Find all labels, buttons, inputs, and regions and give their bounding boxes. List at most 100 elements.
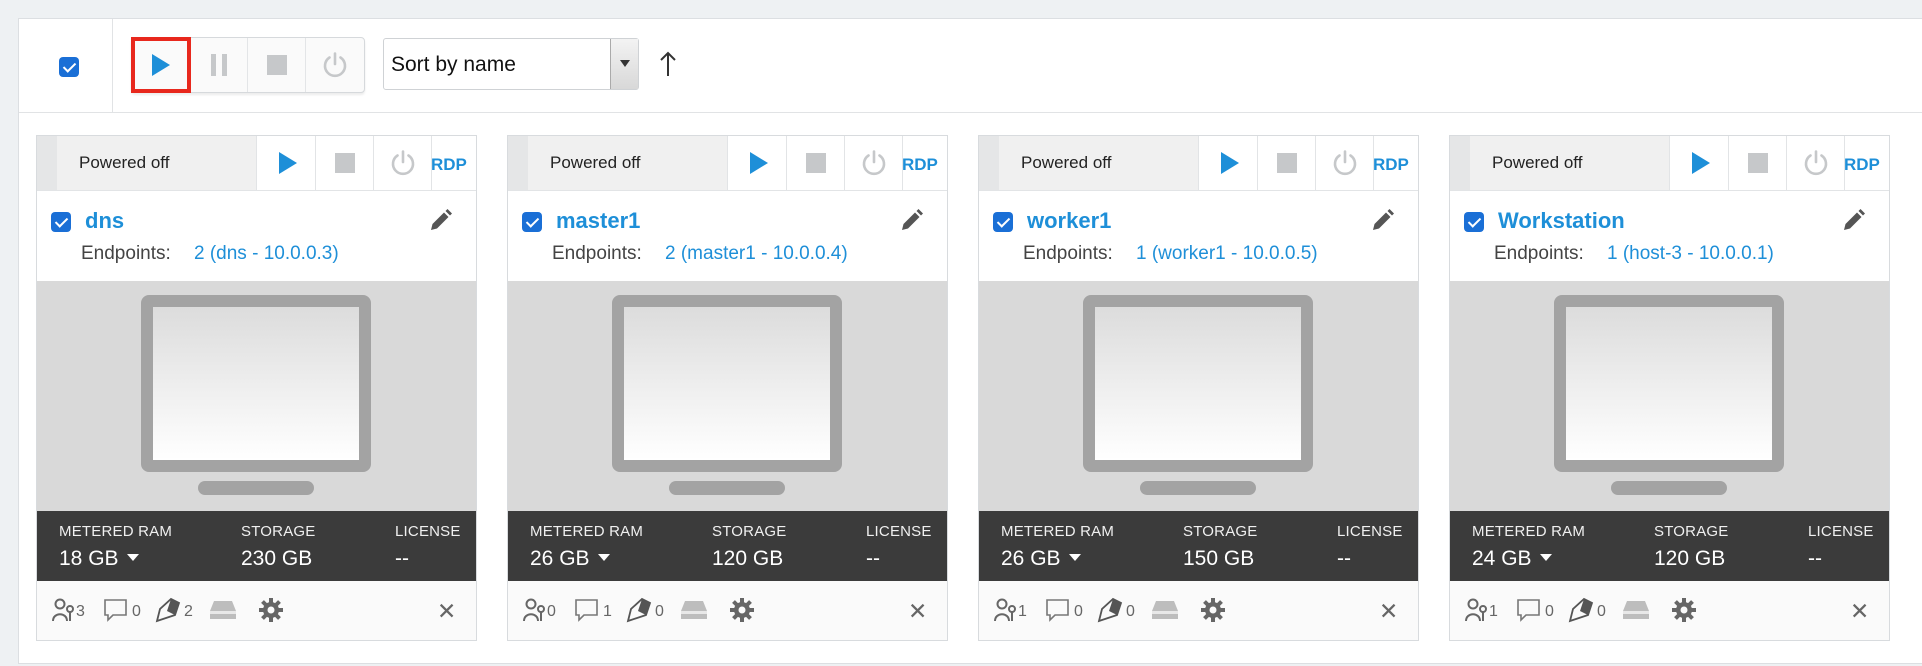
drag-handle[interactable]: [979, 136, 999, 190]
tag-icon[interactable]: [1097, 597, 1123, 623]
endpoints-label: Endpoints:: [1494, 243, 1584, 264]
pencil-icon[interactable]: [1840, 208, 1866, 234]
start-button[interactable]: [258, 136, 316, 190]
pencil-icon[interactable]: [1369, 208, 1395, 234]
vm-console-thumbnail[interactable]: [1450, 281, 1889, 511]
start-button[interactable]: [729, 136, 787, 190]
disk-icon[interactable]: [1150, 597, 1180, 623]
sort-select[interactable]: Sort by name: [383, 38, 639, 90]
comment-icon[interactable]: [103, 597, 129, 623]
drag-handle[interactable]: [37, 136, 57, 190]
endpoints-link[interactable]: 1 (worker1 - 10.0.0.5): [1136, 243, 1318, 265]
license-label: LICENSE: [1808, 523, 1874, 540]
stop-button[interactable]: [787, 136, 845, 190]
tags-count: 0: [1597, 603, 1606, 620]
license-value: --: [395, 547, 409, 570]
users-keys-icon[interactable]: [993, 597, 1019, 623]
stop-button[interactable]: [1729, 136, 1787, 190]
comment-icon[interactable]: [1045, 597, 1071, 623]
license-label: LICENSE: [866, 523, 932, 540]
vm-name-link[interactable]: worker1: [1027, 208, 1111, 234]
power-button[interactable]: [374, 136, 432, 190]
endpoints-link[interactable]: 1 (host-3 - 10.0.0.1): [1607, 243, 1774, 265]
stop-icon: [1277, 153, 1297, 173]
tag-icon[interactable]: [626, 597, 652, 623]
monitor-stand: [1140, 481, 1256, 495]
close-icon[interactable]: ✕: [437, 598, 456, 625]
vm-console-thumbnail[interactable]: [37, 281, 476, 511]
pencil-icon[interactable]: [427, 208, 453, 234]
start-button[interactable]: [1671, 136, 1729, 190]
vm-card-header: dns Endpoints: 2 (dns - 10.0.0.3): [37, 191, 476, 281]
select-all-checkbox[interactable]: [59, 57, 79, 77]
users-keys-icon[interactable]: [1464, 597, 1490, 623]
users-keys-icon[interactable]: [522, 597, 548, 623]
vm-name-link[interactable]: Workstation: [1498, 208, 1625, 234]
toolbar: Sort by name: [19, 19, 1922, 113]
chevron-down-icon[interactable]: [610, 39, 638, 89]
vm-card-footer: 1 0 0 ✕: [979, 581, 1418, 640]
vm-console-thumbnail[interactable]: [979, 281, 1418, 511]
comment-icon[interactable]: [574, 597, 600, 623]
power-button[interactable]: [1787, 136, 1845, 190]
stop-all-button[interactable]: [248, 38, 306, 92]
power-status-cell: Powered off: [1470, 136, 1670, 190]
vm-card: Powered off RDP Workstation Endpoints: 1…: [1449, 135, 1890, 641]
endpoints-link[interactable]: 2 (master1 - 10.0.0.4): [665, 243, 848, 265]
pause-icon: [211, 54, 227, 76]
vm-card-header: master1 Endpoints: 2 (master1 - 10.0.0.4…: [508, 191, 947, 281]
disk-icon[interactable]: [679, 597, 709, 623]
endpoints-link[interactable]: 2 (dns - 10.0.0.3): [194, 243, 339, 265]
gear-icon[interactable]: [1200, 597, 1226, 623]
ram-dropdown[interactable]: 24 GB: [1472, 547, 1552, 571]
power-icon: [323, 52, 347, 78]
disk-icon[interactable]: [1621, 597, 1651, 623]
disk-icon[interactable]: [208, 597, 238, 623]
rdp-link[interactable]: RDP: [902, 155, 938, 175]
drag-handle[interactable]: [1450, 136, 1470, 190]
ram-dropdown[interactable]: 18 GB: [59, 547, 139, 571]
power-button[interactable]: [845, 136, 903, 190]
metered-ram-label: METERED RAM: [1001, 523, 1115, 540]
tags-count: 0: [1126, 603, 1135, 620]
play-icon: [1221, 152, 1239, 174]
pause-all-button[interactable]: [190, 38, 248, 92]
start-button[interactable]: [1200, 136, 1258, 190]
power-button[interactable]: [1316, 136, 1374, 190]
close-icon[interactable]: ✕: [908, 598, 927, 625]
comment-icon[interactable]: [1516, 597, 1542, 623]
storage-value: 150 GB: [1183, 547, 1255, 570]
storage-label: STORAGE: [1654, 523, 1729, 540]
users-keys-icon[interactable]: [51, 597, 77, 623]
vm-select-checkbox[interactable]: [522, 212, 542, 232]
gear-icon[interactable]: [729, 597, 755, 623]
rdp-link[interactable]: RDP: [431, 155, 467, 175]
tag-icon[interactable]: [155, 597, 181, 623]
ram-dropdown[interactable]: 26 GB: [1001, 547, 1081, 571]
start-all-button[interactable]: [131, 37, 191, 93]
gear-icon[interactable]: [258, 597, 284, 623]
close-icon[interactable]: ✕: [1850, 598, 1869, 625]
caret-down-icon: [1068, 554, 1081, 561]
play-icon: [152, 54, 170, 76]
tag-icon[interactable]: [1568, 597, 1594, 623]
vm-select-checkbox[interactable]: [1464, 212, 1484, 232]
close-icon[interactable]: ✕: [1379, 598, 1398, 625]
rdp-link[interactable]: RDP: [1373, 155, 1409, 175]
stop-button[interactable]: [316, 136, 374, 190]
drag-handle[interactable]: [508, 136, 528, 190]
ram-dropdown[interactable]: 26 GB: [530, 547, 610, 571]
vm-select-checkbox[interactable]: [993, 212, 1013, 232]
arrow-up-icon[interactable]: [657, 49, 679, 79]
stop-button[interactable]: [1258, 136, 1316, 190]
vm-name-link[interactable]: master1: [556, 208, 640, 234]
vm-name-link[interactable]: dns: [85, 208, 124, 234]
rdp-link[interactable]: RDP: [1844, 155, 1880, 175]
stop-icon: [1748, 153, 1768, 173]
vm-console-thumbnail[interactable]: [508, 281, 947, 511]
gear-icon[interactable]: [1671, 597, 1697, 623]
vm-select-checkbox[interactable]: [51, 212, 71, 232]
power-off-all-button[interactable]: [306, 38, 364, 92]
pencil-icon[interactable]: [898, 208, 924, 234]
license-label: LICENSE: [395, 523, 461, 540]
